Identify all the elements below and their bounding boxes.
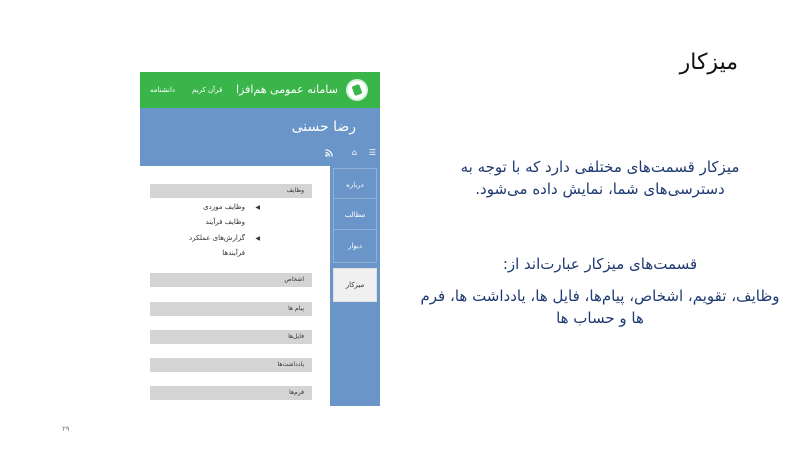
tab-about[interactable]: درباره [333,168,377,202]
rss-icon[interactable] [325,149,333,159]
section-tasks-label: وظایف [286,187,304,194]
nav-link-quran[interactable]: قرآن کریم [192,86,222,94]
section-messages-label: پیام ها [288,305,304,312]
section-forms-label: فرم‌ها [289,389,304,396]
home-icon[interactable]: ⌂ [352,149,357,157]
section-messages[interactable]: پیام ها [150,302,312,316]
tab-label: درباره [346,181,364,189]
task-item-process[interactable]: وظایف فرآیند [206,218,245,226]
tab-desk[interactable]: میزکار [333,268,377,302]
desk-panel: وظایف ◀ وظایف موردی وظایف فرآیند ◀ گزارش… [140,166,330,406]
app-logo-icon[interactable] [346,79,368,101]
user-profile-area: رضا حسنی ☰ ⌂ [140,108,380,166]
app-header: سامانه عمومی هم‌افزا قرآن کریم دانشنامه [140,72,380,108]
section-files-label: فایل‌ها [288,333,304,340]
expand-arrow-icon[interactable]: ◀ [255,235,260,242]
menu-icon[interactable]: ☰ [369,149,376,157]
user-name[interactable]: رضا حسنی [292,119,356,135]
sections-heading: قسمت‌های میزکار عبارت‌اند از: [502,255,698,273]
task-item-processes[interactable]: فرآیندها [222,249,245,257]
app-name[interactable]: سامانه عمومی هم‌افزا [236,83,338,96]
task-item-case[interactable]: وظایف موردی [203,203,245,211]
tab-label: مطالب [344,211,366,219]
tab-posts[interactable]: مطالب [333,198,377,232]
section-files[interactable]: فایل‌ها [150,330,312,344]
section-forms[interactable]: فرم‌ها [150,386,312,400]
section-persons[interactable]: اشخاص [150,273,312,287]
section-notes-label: یادداشت‌ها [277,361,304,368]
expand-arrow-icon[interactable]: ◀ [255,204,260,211]
tab-label: دیوار [347,242,362,250]
slide-title: میزکار [679,50,738,75]
tab-label: میزکار [345,281,365,289]
tab-wall[interactable]: دیوار [333,229,377,263]
section-persons-label: اشخاص [284,276,304,283]
sections-list: وظایف، تقویم، اشخاص، پیام‌ها، فایل ها، ی… [420,287,780,327]
page-number: ۲۹ [62,425,70,433]
desk-description: میزکار قسمت‌های مختلفی دارد که با توجه ب… [460,158,740,198]
app-screenshot: سامانه عمومی هم‌افزا قرآن کریم دانشنامه … [140,72,380,406]
task-item-reports[interactable]: گزارش‌های عملکرد [189,234,245,242]
section-notes[interactable]: یادداشت‌ها [150,358,312,372]
nav-link-daneshnameh[interactable]: دانشنامه [150,86,175,94]
section-tasks[interactable]: وظایف [150,184,312,198]
